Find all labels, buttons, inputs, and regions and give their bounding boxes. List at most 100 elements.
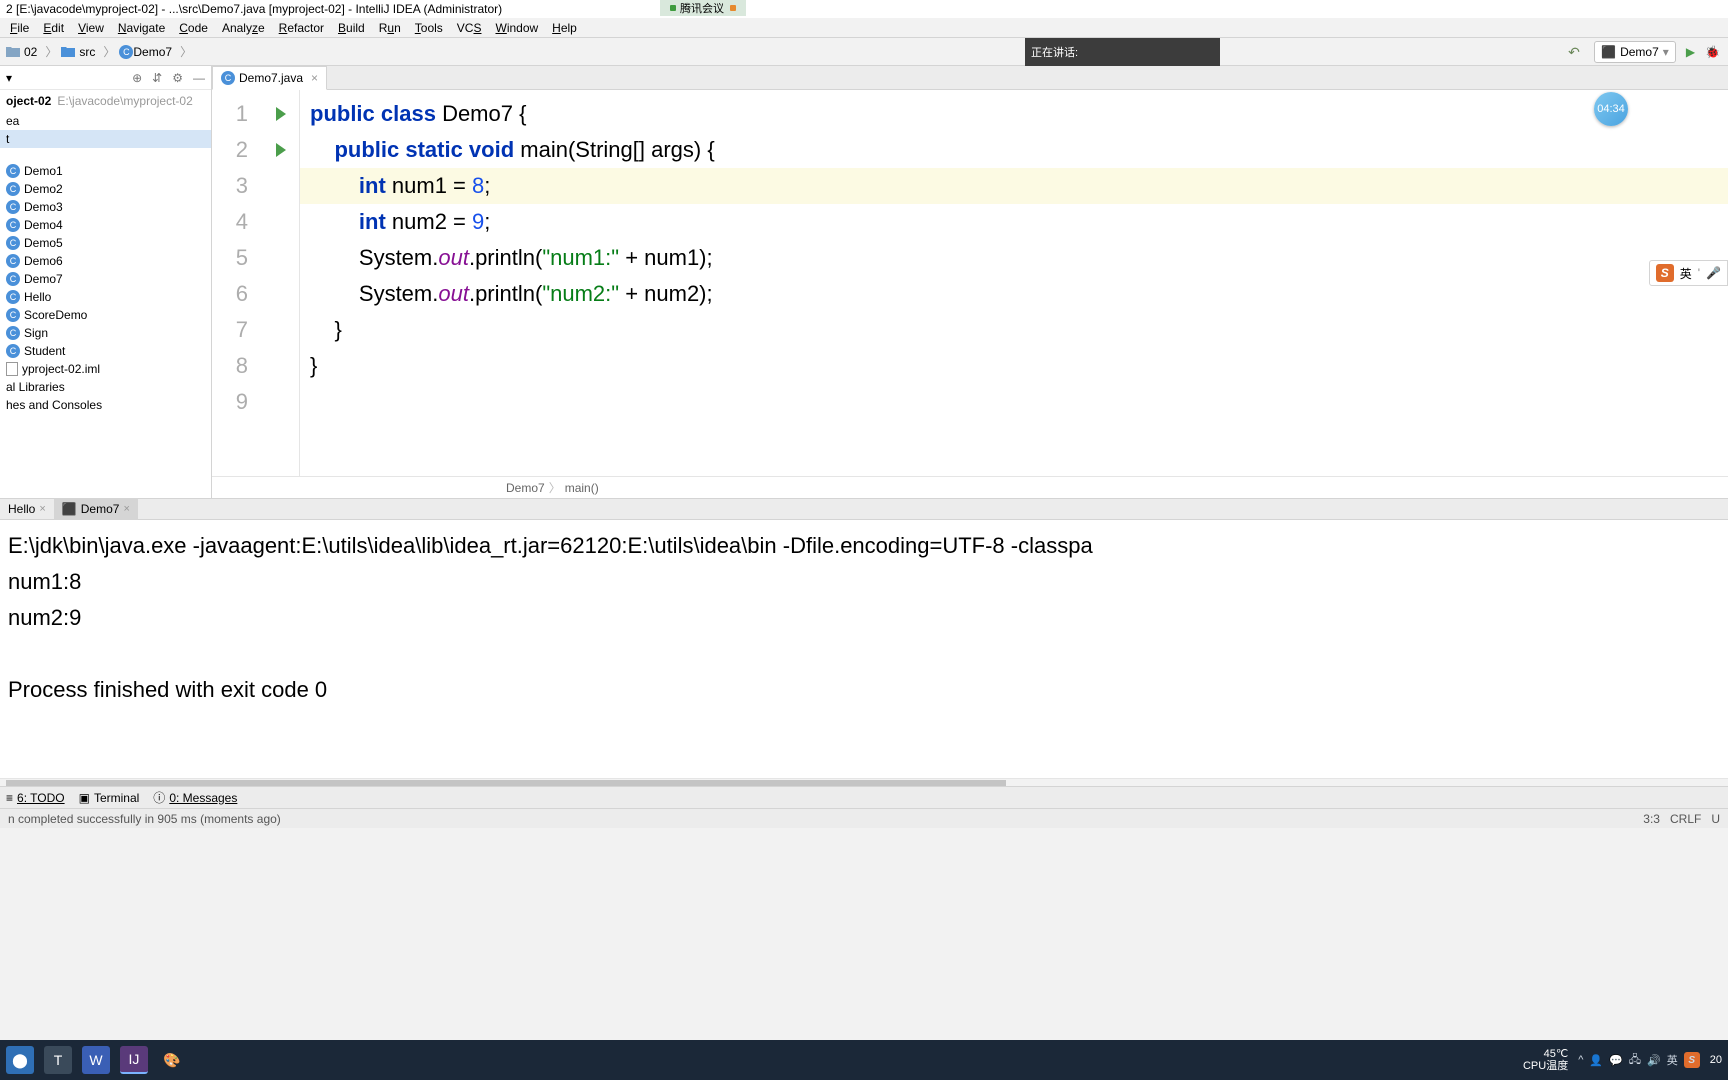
cpu-temp-widget[interactable]: 45℃CPU温度 [1523,1048,1568,1072]
menu-help[interactable]: Help [546,19,583,37]
encoding[interactable]: U [1711,812,1720,826]
file-label: Demo1 [24,164,63,178]
tree-file-demo1[interactable]: CDemo1 [0,162,211,180]
console-output[interactable]: E:\jdk\bin\java.exe -javaagent:E:\utils\… [0,520,1728,778]
system-tray[interactable]: ^ 👤 💬 🖧 🔊 英 S [1578,1051,1700,1070]
taskbar-app-1[interactable]: ⬤ [6,1046,34,1074]
class-icon: C [6,272,20,286]
file-label: Demo4 [24,218,63,232]
run-config-selector[interactable]: ⬛ Demo7 ▾ [1594,41,1676,63]
line-gutter: 123 456 789 [212,90,262,476]
taskbar-app-3[interactable]: W [82,1046,110,1074]
project-dropdown[interactable]: ▾ [6,71,12,85]
tencent-meeting-badge: 腾讯会议 [660,0,746,16]
crumb-method[interactable]: main() [565,481,599,495]
menu-tools[interactable]: Tools [409,19,449,37]
file-label: Student [24,344,65,358]
menu-file[interactable]: File [4,19,35,37]
chevron-up-icon[interactable]: ^ [1578,1054,1583,1066]
tab-todo[interactable]: ≡6: TODO [6,791,65,805]
line-separator[interactable]: CRLF [1670,812,1701,826]
clock[interactable]: 20 [1710,1054,1722,1066]
gear-icon[interactable]: ⚙ [172,71,183,85]
tree-external-libs[interactable]: al Libraries [0,378,211,396]
debug-button[interactable]: 🐞 [1705,45,1720,59]
tree-file-scoredemo[interactable]: CScoreDemo [0,306,211,324]
project-root[interactable]: oject-02E:\javacode\myproject-02 [0,90,211,112]
code-editor[interactable]: 123 456 789 public class Demo7 { public … [212,90,1728,476]
volume-icon[interactable]: 🔊 [1647,1054,1661,1067]
taskbar-intellij[interactable]: IJ [120,1046,148,1074]
editor-tab-demo7[interactable]: C Demo7.java × [212,66,327,90]
tree-file-demo5[interactable]: CDemo5 [0,234,211,252]
run-line-icon[interactable] [276,107,286,121]
collapse-icon[interactable]: ⇵ [152,71,162,85]
run-tab-hello[interactable]: Hello× [0,498,54,520]
hide-icon[interactable]: — [193,71,205,85]
menu-analyze[interactable]: Analyze [216,19,271,37]
tree-file-student[interactable]: C Student [0,342,211,360]
tree-file-demo6[interactable]: C Demo6 [0,252,211,270]
tool-window-tabs: ≡6: TODO ▣Terminal ⓘ0: Messages [0,786,1728,808]
menu-bar: File Edit View Navigate Code Analyze Ref… [0,18,1728,38]
class-icon: C [6,254,20,268]
breadcrumb-project[interactable]: 02 [4,41,43,63]
tree-file-demo4[interactable]: CDemo4 [0,216,211,234]
breadcrumb-src[interactable]: src [59,41,101,63]
breadcrumb-file[interactable]: C Demo7 [117,41,178,63]
chat-icon[interactable]: 💬 [1609,1054,1623,1067]
run-line-icon[interactable] [276,143,286,157]
tab-messages[interactable]: ⓘ0: Messages [153,789,237,806]
menu-run[interactable]: Run [373,19,407,37]
menu-vcs[interactable]: VCS [451,19,488,37]
taskbar-app-2[interactable]: T [44,1046,72,1074]
project-sidebar: ▾ ⊕ ⇵ ⚙ — oject-02E:\javacode\myproject-… [0,66,212,498]
tree-iml-file[interactable]: yproject-02.iml [0,360,211,378]
menu-refactor[interactable]: Refactor [273,19,330,37]
mic-icon[interactable]: 🎤 [1706,266,1721,280]
close-icon[interactable]: × [123,503,129,515]
sogou-icon: S [1656,264,1674,282]
tab-label: Demo7.java [239,71,303,85]
back-arrow-icon[interactable]: ↶ [1568,44,1584,60]
menu-build[interactable]: Build [332,19,371,37]
sogou-tray-icon[interactable]: S [1684,1052,1700,1068]
network-icon[interactable]: 🖧 [1629,1051,1641,1070]
tree-file-demo2[interactable]: CDemo2 [0,180,211,198]
ime-toolbar[interactable]: S 英 ' 🎤 [1649,260,1728,286]
class-icon: C [6,344,20,358]
menu-view[interactable]: View [72,19,110,37]
run-tab-demo7[interactable]: ⬛ Demo7× [54,498,138,520]
status-message: n completed successfully in 905 ms (mome… [8,812,281,826]
breadcrumb-label: src [79,45,95,59]
file-label: Demo6 [24,254,63,268]
cursor-position[interactable]: 3:3 [1643,812,1660,826]
tree-file-sign[interactable]: CSign [0,324,211,342]
file-label: Demo2 [24,182,63,196]
tree-file-hello[interactable]: CHello [0,288,211,306]
ime-lang-icon[interactable]: 英 [1667,1052,1678,1068]
breadcrumb-label: 02 [24,45,37,59]
menu-code[interactable]: Code [173,19,214,37]
run-button[interactable]: ▶ [1686,45,1695,59]
close-icon[interactable]: × [311,71,318,85]
run-gutter [262,90,300,476]
menu-navigate[interactable]: Navigate [112,19,171,37]
taskbar-app-5[interactable]: 🎨 [158,1046,186,1074]
menu-edit[interactable]: Edit [37,19,70,37]
crumb-class[interactable]: Demo7 [506,481,545,495]
target-icon[interactable]: ⊕ [132,71,142,85]
tree-file-demo7[interactable]: CDemo7 [0,270,211,288]
console-scrollbar[interactable] [0,778,1728,786]
folder-icon [6,46,20,58]
tab-terminal[interactable]: ▣Terminal [79,791,140,805]
people-icon[interactable]: 👤 [1589,1054,1603,1067]
tree-folder-t[interactable]: t [0,130,211,148]
timer-badge[interactable]: 04:34 [1594,92,1628,126]
menu-window[interactable]: Window [489,19,544,37]
tree-folder-ea[interactable]: ea [0,112,211,130]
close-icon[interactable]: × [39,503,45,515]
class-icon: C [6,200,20,214]
tree-scratches[interactable]: hes and Consoles [0,396,211,414]
tree-file-demo3[interactable]: CDemo3 [0,198,211,216]
